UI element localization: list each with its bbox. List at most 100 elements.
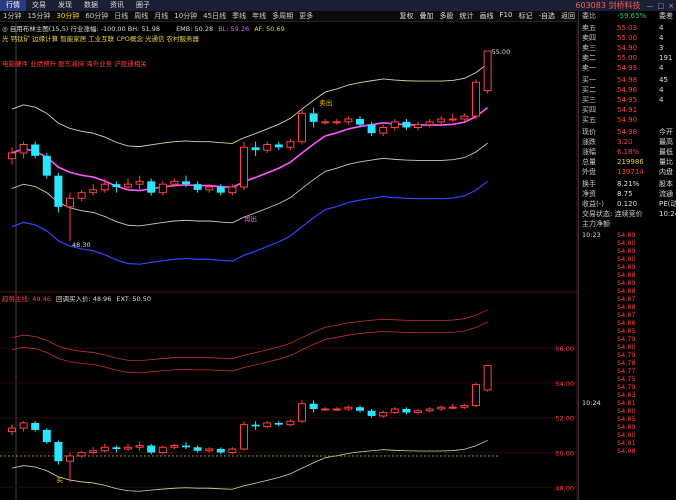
- tick-price: 54.87: [617, 295, 636, 303]
- quote-value: 6.18%: [617, 148, 640, 156]
- price-axis-label: 50.00: [555, 450, 574, 458]
- tick-row: 54.89: [579, 423, 676, 431]
- period-tab[interactable]: 周线: [131, 11, 151, 21]
- tick-price: 54.86: [617, 319, 636, 327]
- tool-button[interactable]: 叠加: [417, 11, 437, 21]
- tick-row: 54.75: [579, 375, 676, 383]
- tool-button[interactable]: 统计: [457, 11, 477, 21]
- quote-extra: 最低: [659, 148, 673, 156]
- quote-extra: 今开: [659, 128, 673, 136]
- quote-value: 54.90: [617, 116, 638, 124]
- top-tab[interactable]: 数据: [78, 0, 104, 11]
- tick-price: 54.79: [617, 335, 636, 343]
- period-tab[interactable]: 更多: [296, 11, 316, 21]
- emb-value: EMB: 50.28: [176, 25, 214, 33]
- tick-row: 54.79: [579, 335, 676, 343]
- period-tab[interactable]: 45日线: [200, 11, 229, 21]
- main-candle: [42, 153, 51, 179]
- tick-row: 54.88: [579, 287, 676, 295]
- main-candle: [286, 138, 295, 151]
- quote-extra: 4: [659, 96, 664, 104]
- tool-button[interactable]: 画线: [477, 11, 497, 21]
- quote-extra: 45: [659, 76, 668, 84]
- quote-panel: 委比 -59.65% 委差 卖五 55.03 4 卖四 55.00 4 卖三 54.90 3 卖二 55.…: [578, 11, 676, 500]
- period-tab[interactable]: 30分钟: [53, 11, 82, 21]
- signal-label: 卖出: [319, 98, 332, 107]
- trade-status-row: 交易状态: 连续竞价 10:24: [579, 209, 676, 219]
- quote-extra: 内盘: [659, 168, 673, 176]
- sub-candle: [158, 445, 167, 455]
- top-tab[interactable]: 发现: [52, 0, 78, 11]
- period-tab[interactable]: 月线: [151, 11, 171, 21]
- concept-tags: 光 钙钛矿 边缘计算 智能家居 工业互联 CPO概念 光通信 农村服务器: [2, 35, 200, 43]
- price-axis-label: 54.00: [555, 380, 574, 388]
- tool-button[interactable]: F10: [497, 11, 516, 21]
- top-tab[interactable]: 圈子: [130, 0, 156, 11]
- ask-row: 卖二 55.00 191: [579, 53, 676, 63]
- quote-extra: 股本: [659, 180, 673, 188]
- main-flow-row[interactable]: 主力净额: [579, 219, 676, 229]
- quote-value: 139714: [617, 168, 644, 176]
- top-tab[interactable]: 资讯: [104, 0, 130, 11]
- tool-button[interactable]: 返回: [558, 11, 578, 21]
- tick-price: 54.88: [617, 271, 636, 279]
- sub-candle: [100, 443, 109, 453]
- kline-chart[interactable]: 56.00 54.00 52.00 50.00 48.00 55.00 48.30 卖出再出买: [0, 22, 578, 500]
- sub-candle: [31, 421, 40, 432]
- bid-row: 买五 54.90: [579, 115, 676, 125]
- tick-price: 54.80: [617, 407, 636, 415]
- stat-row: 涨跌 3.20 最高: [579, 137, 676, 147]
- tool-button[interactable]: -自选: [535, 11, 558, 21]
- period-tab[interactable]: 1分钟: [0, 11, 24, 21]
- trend-lower-line: [11, 439, 488, 492]
- boll-mid-line: [11, 107, 489, 192]
- trend-upper-line: [11, 309, 488, 362]
- stat-row-2: 收益(-) 0.120 PE(动): [579, 199, 676, 209]
- sub-candle: [124, 443, 132, 451]
- tick-price: 54.85: [617, 327, 636, 335]
- tick-row: 54.80: [579, 343, 676, 351]
- sub-candle: [77, 450, 86, 458]
- main-candle: [309, 107, 318, 128]
- trade-time: 10:24: [659, 210, 676, 218]
- main-candle: [112, 181, 121, 193]
- stat-row-2: 净资 8.75 流通: [579, 189, 676, 199]
- tick-price: 54.90: [617, 239, 636, 247]
- main-candle: [263, 141, 272, 153]
- quote-label: 卖四: [582, 34, 596, 42]
- main-candle: [8, 147, 16, 165]
- window-control-button[interactable]: □: [656, 2, 667, 10]
- period-tab[interactable]: 10分钟: [171, 11, 200, 21]
- sub-candle: [367, 409, 376, 418]
- period-tab[interactable]: 日线: [111, 11, 131, 21]
- stat-row: 现价 54.98 今开: [579, 127, 676, 137]
- tool-button[interactable]: 多股: [437, 11, 457, 21]
- sub-candle: [228, 447, 237, 455]
- sub-label-2: 回调买入价: [55, 295, 89, 303]
- sub-value-2: 48.96: [92, 295, 112, 303]
- tick-row: 54.78: [579, 359, 676, 367]
- main-candle: [483, 50, 492, 94]
- period-tab[interactable]: 60分钟: [82, 11, 111, 21]
- tool-button[interactable]: 标记: [515, 11, 535, 21]
- tick-row: 54.88: [579, 303, 676, 311]
- quote-extra: 最高: [659, 138, 673, 146]
- period-tab[interactable]: 季线: [229, 11, 249, 21]
- tick-price: 54.91: [617, 439, 636, 447]
- tool-button[interactable]: 复权: [397, 11, 417, 21]
- period-tab[interactable]: 多周期: [269, 11, 296, 21]
- top-tab[interactable]: 交易: [26, 0, 52, 11]
- quote-extra: 3: [659, 44, 664, 52]
- window-control-button[interactable]: ×: [666, 2, 676, 10]
- sub-candle: [263, 421, 272, 429]
- quote-value: 54.91: [617, 106, 638, 114]
- period-tab[interactable]: 年线: [249, 11, 269, 21]
- quote-extra: 4: [659, 24, 664, 32]
- sub-candle: [19, 421, 28, 432]
- window-control-button[interactable]: —: [645, 2, 656, 10]
- high-price-label: 55.00: [492, 48, 511, 56]
- main-candle: [414, 121, 422, 131]
- period-tab[interactable]: 15分钟: [24, 11, 53, 21]
- tick-row: 54.83: [579, 391, 676, 399]
- top-tab[interactable]: 行情: [0, 0, 26, 11]
